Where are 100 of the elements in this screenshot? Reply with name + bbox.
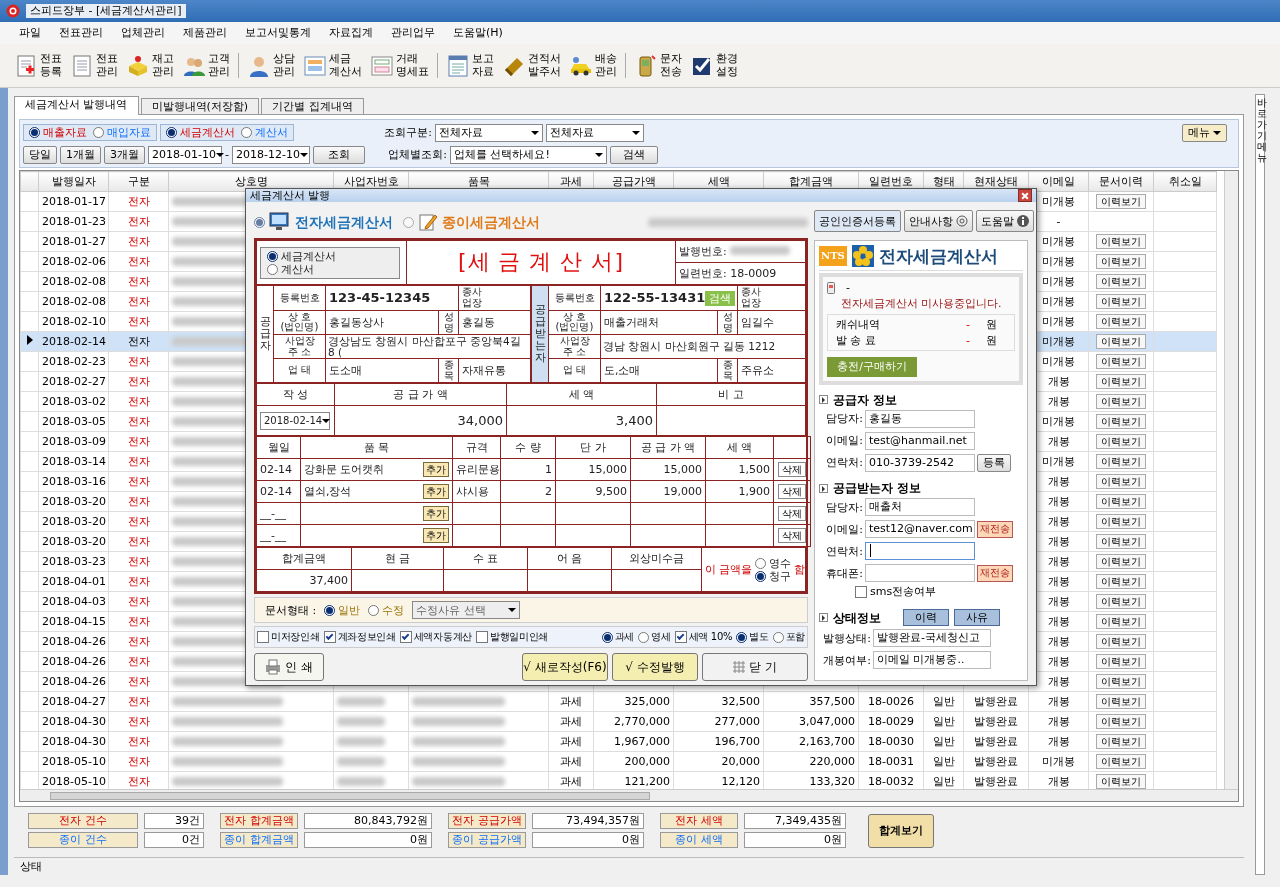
add-button[interactable]: 추가 xyxy=(423,528,449,544)
toolbar-button[interactable]: 상담 관리 xyxy=(245,53,297,78)
checkbox[interactable]: 계좌정보인쇄 xyxy=(323,631,396,644)
history-button[interactable]: 이력보기 xyxy=(1096,714,1146,729)
history-button[interactable]: 이력보기 xyxy=(1096,374,1146,389)
toolbar-button[interactable]: 고객 관리 xyxy=(180,53,232,78)
scrollbar[interactable] xyxy=(1224,171,1238,789)
history-button[interactable]: 이력보기 xyxy=(1096,294,1146,309)
radio-button[interactable]: 영세 xyxy=(638,631,671,644)
menu-item[interactable]: 파일 xyxy=(10,24,50,42)
action-button[interactable]: √ 수정발행 xyxy=(612,653,698,682)
radio-button[interactable]: 수정 xyxy=(368,603,405,617)
register-button[interactable]: 등록 xyxy=(977,454,1011,473)
menu-button[interactable]: 메뉴 xyxy=(1182,123,1227,142)
tab[interactable]: 세금계산서 발행내역 xyxy=(14,96,139,115)
column-header[interactable]: 문서이력 xyxy=(1088,171,1154,192)
menu-item[interactable]: 전표관리 xyxy=(50,24,112,42)
toolbar-button[interactable]: 문자 전송 xyxy=(632,53,684,78)
delete-button[interactable]: 삭제 xyxy=(778,528,806,544)
history-button[interactable]: 이력보기 xyxy=(1096,414,1146,429)
history-button[interactable]: 이력보기 xyxy=(1096,754,1146,769)
history-button[interactable]: 이력보기 xyxy=(1096,454,1146,469)
add-button[interactable]: 추가 xyxy=(423,462,449,478)
input-field[interactable]: test@hanmail.net xyxy=(865,432,975,451)
toolbar-button[interactable]: 안내사항 xyxy=(904,210,973,233)
input-field[interactable]: 매출처 xyxy=(865,498,975,517)
menu-item[interactable]: 관리업무 xyxy=(382,24,444,42)
history-button[interactable]: 이력보기 xyxy=(1096,574,1146,589)
add-button[interactable]: 추가 xyxy=(423,506,449,522)
radio-button[interactable]: 매입자료 xyxy=(93,125,151,140)
history-button[interactable]: 이력보기 xyxy=(1096,734,1146,749)
history-button[interactable]: 이력보기 xyxy=(1096,194,1146,209)
toolbar-button[interactable]: 배송 관리 xyxy=(567,53,619,78)
checkbox[interactable]: 발행일미인쇄 xyxy=(475,631,549,644)
history-button[interactable]: 이력보기 xyxy=(1096,334,1146,349)
toolbar-button[interactable]: 견적서 발주서 xyxy=(500,53,563,78)
history-button[interactable]: 이력보기 xyxy=(1096,594,1146,609)
history-button[interactable]: 이력보기 xyxy=(1096,694,1146,709)
menu-item[interactable]: 업체관리 xyxy=(112,24,174,42)
radio-button[interactable]: 영수 xyxy=(755,556,792,570)
scrollbar[interactable] xyxy=(20,789,1238,801)
radio-button[interactable]: 계산서 xyxy=(241,125,288,140)
toolbar-button[interactable]: 전표 관리 xyxy=(68,53,120,78)
dropdown[interactable]: 전체자료 xyxy=(546,123,644,142)
period-button[interactable]: 당일 xyxy=(23,145,57,164)
history-button[interactable]: 이력보기 xyxy=(1096,314,1146,329)
radio-button[interactable]: 과세 xyxy=(601,631,635,644)
checkbox[interactable]: 세액자동계산 xyxy=(399,631,472,644)
resend-button[interactable]: 재전송 xyxy=(977,520,1013,538)
input-field[interactable]: 홍길동 xyxy=(865,410,975,429)
tab[interactable]: 미발행내역(저장함) xyxy=(140,97,260,114)
status-button[interactable]: 이력 xyxy=(903,609,949,627)
input-field[interactable]: 010-3739-2542 xyxy=(865,454,975,473)
dropdown[interactable]: 전체자료 xyxy=(435,123,543,142)
status-button[interactable]: 사유 xyxy=(954,609,1000,627)
delete-button[interactable]: 삭제 xyxy=(778,484,806,500)
history-button[interactable]: 이력보기 xyxy=(1096,514,1146,529)
total-button[interactable]: 합계보기 xyxy=(868,813,934,848)
column-header[interactable]: 구분 xyxy=(108,171,169,192)
menu-item[interactable]: 보고서및통계 xyxy=(236,24,320,42)
history-button[interactable]: 이력보기 xyxy=(1096,774,1146,789)
delete-button[interactable]: 삭제 xyxy=(778,462,806,478)
print-button[interactable]: 인 쇄 xyxy=(254,653,324,682)
delete-button[interactable]: 삭제 xyxy=(778,506,806,522)
history-button[interactable]: 이력보기 xyxy=(1096,494,1146,509)
toolbar-button[interactable]: 도움말 xyxy=(976,210,1034,233)
company-dropdown[interactable]: 업체를 선택하세요! xyxy=(450,145,607,164)
history-button[interactable]: 이력보기 xyxy=(1096,534,1146,549)
toolbar-button[interactable]: 환경 설정 xyxy=(688,53,740,78)
column-header[interactable]: 이메일 xyxy=(1028,171,1089,192)
reason-dropdown[interactable]: 수정사유 선택 xyxy=(412,601,521,620)
resend-button[interactable]: 재전송 xyxy=(977,564,1013,582)
radio-button[interactable]: 포함 xyxy=(772,631,805,644)
history-button[interactable]: 이력보기 xyxy=(1096,634,1146,649)
period-button[interactable]: 3개월 xyxy=(104,145,145,164)
checkbox[interactable]: sms전송여부 xyxy=(855,585,937,599)
toolbar-button[interactable]: 공인인증서등록 xyxy=(814,210,901,233)
history-button[interactable]: 이력보기 xyxy=(1096,394,1146,409)
input-field[interactable] xyxy=(865,542,975,561)
history-button[interactable]: 이력보기 xyxy=(1096,674,1146,689)
radio-button[interactable]: 매출자료 xyxy=(29,125,87,140)
close-button[interactable]: 닫 기 xyxy=(702,653,808,682)
history-button[interactable]: 이력보기 xyxy=(1096,474,1146,489)
date-field[interactable]: 2018-01-10 xyxy=(148,145,222,164)
date-field[interactable]: 2018-12-10 xyxy=(232,145,310,164)
history-button[interactable]: 이력보기 xyxy=(1096,654,1146,669)
column-header[interactable]: 상호명 xyxy=(168,171,334,192)
history-button[interactable]: 이력보기 xyxy=(1096,354,1146,369)
period-button[interactable]: 1개월 xyxy=(60,145,101,164)
search-button[interactable]: 검색 xyxy=(610,145,658,164)
action-button[interactable]: √ 새로작성(F6) xyxy=(522,653,608,682)
history-button[interactable]: 이력보기 xyxy=(1096,434,1146,449)
history-button[interactable]: 이력보기 xyxy=(1096,234,1146,249)
search-button[interactable]: 조회 xyxy=(313,145,365,164)
toolbar-button[interactable]: 세금 계산서 xyxy=(301,53,364,78)
input-field[interactable] xyxy=(865,564,975,583)
checkbox[interactable]: 세액 10% xyxy=(674,631,733,644)
input-field[interactable]: test12@naver.com xyxy=(865,520,975,539)
history-button[interactable]: 이력보기 xyxy=(1096,274,1146,289)
menu-item[interactable]: 도움말(H) xyxy=(444,24,512,42)
